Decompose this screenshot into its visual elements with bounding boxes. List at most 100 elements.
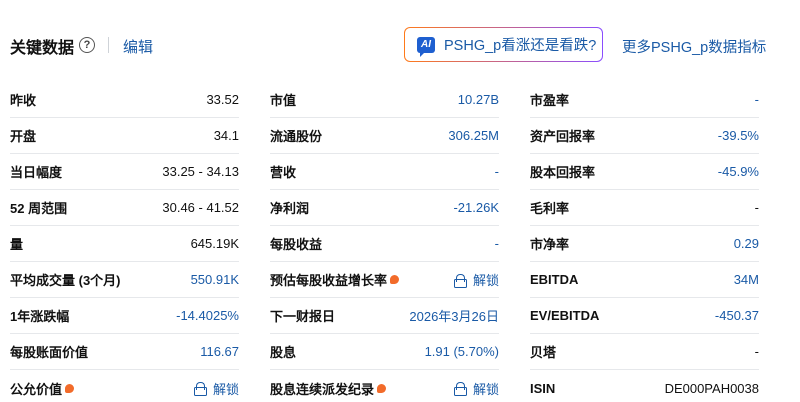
data-row-value[interactable]: 1.91 (5.70%) bbox=[425, 344, 499, 359]
data-row-value[interactable]: -45.9% bbox=[718, 164, 759, 179]
data-row-value-text: 34.1 bbox=[213, 128, 239, 143]
data-row-value: DE000PAH0038 bbox=[665, 381, 759, 396]
data-row-value-text: 33.52 bbox=[206, 92, 239, 107]
data-row: 贝塔 - bbox=[530, 334, 759, 370]
data-row-value[interactable]: - bbox=[495, 236, 499, 251]
data-row-label: 市净率 bbox=[530, 234, 569, 253]
data-row: 流通股份 306.25M bbox=[270, 118, 499, 154]
data-row-value-text: 116.67 bbox=[200, 344, 239, 359]
data-row: 市净率 0.29 bbox=[530, 226, 759, 262]
header-divider bbox=[108, 37, 109, 53]
data-row-value[interactable]: 2026年3月26日 bbox=[409, 306, 499, 325]
edit-link[interactable]: 编辑 bbox=[123, 36, 153, 57]
data-row: 净利润 -21.26K bbox=[270, 190, 499, 226]
data-row-value-text: - bbox=[754, 200, 759, 215]
data-row-label: 营收 bbox=[270, 162, 296, 181]
data-row-label-text: EV/EBITDA bbox=[530, 308, 600, 323]
data-row-label: 股息连续派发纪录 bbox=[270, 379, 387, 398]
data-row: 资产回报率 -39.5% bbox=[530, 118, 759, 154]
data-row-label-text: 当日幅度 bbox=[10, 165, 63, 180]
ai-icon: AI bbox=[417, 36, 435, 57]
data-row: 股息连续派发纪录 解锁 bbox=[270, 370, 499, 402]
data-row-value[interactable]: 306.25M bbox=[448, 128, 499, 143]
data-row-label-text: 股息连续派发纪录 bbox=[270, 381, 375, 397]
data-row-label-text: 毛利率 bbox=[530, 201, 570, 216]
data-row-label-text: 市净率 bbox=[530, 237, 570, 252]
data-row-value: 30.46 - 41.52 bbox=[162, 200, 239, 215]
unlock-button[interactable]: 解锁 bbox=[453, 379, 499, 398]
data-row-value-text: 645.19K bbox=[190, 236, 239, 251]
data-row-label-text: 1年涨跌幅 bbox=[10, 309, 70, 324]
data-row-value: 34.1 bbox=[214, 128, 239, 143]
data-row-label-text: 每股收益 bbox=[270, 237, 323, 252]
data-row-label: 市值 bbox=[270, 90, 296, 109]
data-row-value: 33.52 bbox=[206, 92, 239, 107]
ai-bull-bear-button[interactable]: AI PSHG_p看涨还是看跌? bbox=[404, 27, 603, 62]
data-row-label: 量 bbox=[10, 234, 23, 253]
data-row: 开盘 34.1 bbox=[10, 118, 239, 154]
data-row-value-text: - bbox=[494, 164, 499, 179]
data-row-label-text: 下一财报日 bbox=[270, 309, 336, 324]
data-row-value: 645.19K bbox=[191, 236, 239, 251]
data-row: 下一财报日 2026年3月26日 bbox=[270, 298, 499, 334]
data-row-value-text: DE000PAH0038 bbox=[664, 380, 759, 396]
data-row-label: 1年涨跌幅 bbox=[10, 306, 69, 325]
data-row-value-text: 1.91 (5.70%) bbox=[424, 344, 499, 359]
help-icon[interactable]: ? bbox=[79, 37, 95, 53]
data-row-label-text: 市盈率 bbox=[530, 93, 570, 108]
data-row-label-text: 开盘 bbox=[10, 129, 37, 144]
more-metrics-link[interactable]: 更多PSHG_p数据指标 bbox=[622, 36, 766, 57]
data-row-label-text: 预估每股收益增长率 bbox=[270, 273, 388, 288]
data-row-label: 每股收益 bbox=[270, 234, 322, 253]
data-row-label: 资产回报率 bbox=[530, 126, 595, 145]
data-row: 预估每股收益增长率 解锁 bbox=[270, 262, 499, 298]
data-row-value[interactable]: - bbox=[495, 164, 499, 179]
data-row-value[interactable]: 34M bbox=[734, 272, 759, 287]
data-row-value[interactable]: 550.91K bbox=[191, 272, 239, 287]
data-row: 昨收 33.52 bbox=[10, 82, 239, 118]
unlock-button[interactable]: 解锁 bbox=[453, 270, 499, 289]
data-row-value-text: 33.25 - 34.13 bbox=[162, 164, 239, 179]
data-row-value: 33.25 - 34.13 bbox=[162, 164, 239, 179]
data-row-label-text: 资产回报率 bbox=[530, 129, 596, 144]
data-row-value[interactable]: -14.4025% bbox=[176, 308, 239, 323]
data-row: 52 周范围 30.46 - 41.52 bbox=[10, 190, 239, 226]
data-row-value-text: 550.91K bbox=[190, 272, 239, 287]
data-row-value-text: -21.26K bbox=[453, 200, 499, 215]
data-row: 量 645.19K bbox=[10, 226, 239, 262]
unlock-button[interactable]: 解锁 bbox=[193, 379, 239, 398]
data-row-label: 下一财报日 bbox=[270, 306, 335, 325]
lock-icon bbox=[453, 382, 467, 396]
data-row-label: 开盘 bbox=[10, 126, 36, 145]
data-row-value[interactable]: 0.29 bbox=[734, 236, 759, 251]
key-data-header: 关键数据 ? 编辑 AI PSHG_p看涨还是看跌? 更多PSHG_p数据指标 bbox=[0, 0, 800, 90]
data-row: 每股收益 - bbox=[270, 226, 499, 262]
data-row-label: EBITDA bbox=[530, 272, 578, 287]
data-row-value-text: 34M bbox=[733, 272, 759, 287]
data-row-label-text: EBITDA bbox=[530, 272, 579, 287]
data-row-value[interactable]: -450.37 bbox=[715, 308, 759, 323]
data-row: 毛利率 - bbox=[530, 190, 759, 226]
data-row: 当日幅度 33.25 - 34.13 bbox=[10, 154, 239, 190]
data-row-value: - bbox=[755, 200, 759, 215]
data-row-value[interactable]: 10.27B bbox=[458, 92, 499, 107]
data-row-label-text: 贝塔 bbox=[530, 345, 557, 360]
data-row-value[interactable]: -21.26K bbox=[453, 200, 499, 215]
data-row-label-text: 平均成交量 (3个月) bbox=[10, 273, 121, 288]
data-row-value[interactable]: -39.5% bbox=[718, 128, 759, 143]
data-row-label: 昨收 bbox=[10, 90, 36, 109]
data-row-value[interactable]: - bbox=[755, 92, 759, 107]
data-row-value[interactable]: 116.67 bbox=[200, 344, 239, 359]
data-row-value: - bbox=[755, 344, 759, 359]
data-row-label-text: 股息 bbox=[270, 345, 297, 360]
data-row-label: 每股账面价值 bbox=[10, 342, 88, 361]
data-row-value-text: - bbox=[754, 92, 759, 107]
data-row-label: 净利润 bbox=[270, 198, 309, 217]
data-row: 营收 - bbox=[270, 154, 499, 190]
data-row-value-text: 10.27B bbox=[457, 92, 499, 107]
data-row-value-text: -45.9% bbox=[717, 164, 759, 179]
section-title: 关键数据 bbox=[10, 40, 75, 57]
ai-button-label: PSHG_p看涨还是看跌? bbox=[444, 38, 597, 54]
lock-icon bbox=[193, 382, 207, 396]
data-row-label-text: 市值 bbox=[270, 93, 297, 108]
